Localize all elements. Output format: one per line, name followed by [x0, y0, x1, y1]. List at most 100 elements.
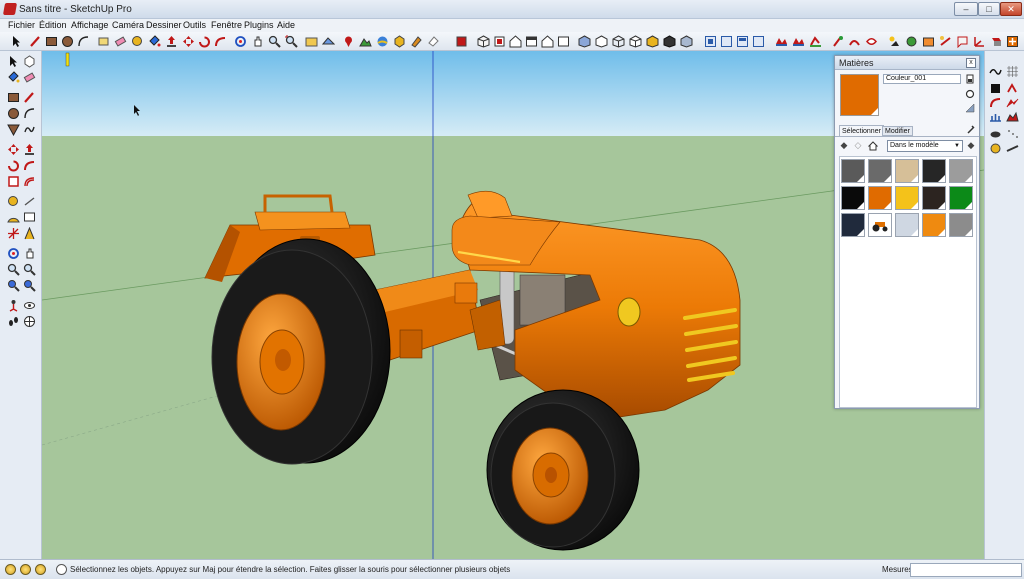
top-view-icon[interactable]	[493, 35, 506, 48]
flip-edge-icon[interactable]	[865, 35, 878, 48]
orbit-tool-icon[interactable]	[7, 247, 20, 260]
axes-icon[interactable]	[973, 35, 986, 48]
sandbox-scratch-icon[interactable]	[792, 35, 805, 48]
fog-icon[interactable]	[905, 35, 918, 48]
scenes-window-icon[interactable]	[736, 35, 749, 48]
offset-tool-icon[interactable]	[23, 175, 36, 188]
photo-texture-icon[interactable]	[376, 35, 389, 48]
material-swatch[interactable]	[922, 186, 946, 210]
follow-me-icon[interactable]	[214, 35, 227, 48]
select-tool-icon[interactable]	[7, 55, 20, 68]
line-pencil-icon[interactable]	[29, 35, 42, 48]
rotate-tool-icon[interactable]	[7, 159, 20, 172]
material-swatch[interactable]	[895, 213, 919, 237]
sandbox-grid-icon[interactable]	[1006, 65, 1019, 78]
line-tool-icon[interactable]	[23, 91, 36, 104]
close-button[interactable]: ✕	[1000, 2, 1022, 16]
zoom-extents-tool-icon[interactable]	[23, 279, 36, 292]
forward-arrow-icon[interactable]: ◇	[853, 140, 863, 151]
material-swatch[interactable]	[868, 213, 892, 237]
credits-icon[interactable]	[20, 564, 31, 575]
menu-edition[interactable]: Édition	[39, 20, 67, 31]
material-swatch[interactable]	[922, 213, 946, 237]
camera-path-icon[interactable]	[1006, 142, 1019, 155]
add-detail-icon[interactable]	[1006, 96, 1019, 109]
minimize-button[interactable]: –	[954, 2, 978, 16]
tab-selectionner[interactable]: Sélectionner	[839, 125, 884, 136]
paint-icon[interactable]	[410, 35, 423, 48]
previous-view-icon[interactable]	[7, 279, 20, 292]
front-view-icon[interactable]	[509, 35, 522, 48]
left-view-icon[interactable]	[557, 35, 570, 48]
make-component-icon[interactable]	[23, 55, 36, 68]
drape-tool-icon[interactable]	[989, 96, 1002, 109]
material-swatch[interactable]	[895, 186, 919, 210]
shaded-style-icon[interactable]	[646, 35, 659, 48]
pan-icon[interactable]	[251, 35, 264, 48]
material-swatch[interactable]	[895, 159, 919, 183]
push-pull-icon[interactable]	[165, 35, 178, 48]
iso-view-icon[interactable]	[477, 35, 490, 48]
freehand-tool-icon[interactable]	[23, 123, 36, 136]
tab-modifier[interactable]: Modifier	[882, 126, 913, 136]
3d-text-tool-icon[interactable]	[23, 227, 36, 240]
dimension-tool-icon[interactable]	[23, 195, 36, 208]
measurements-input[interactable]	[910, 563, 1022, 577]
zoom-window-tool-icon[interactable]	[23, 263, 36, 276]
terrain-tool-icon[interactable]	[1006, 110, 1019, 123]
polygon-tool-icon[interactable]	[7, 123, 20, 136]
library-select[interactable]: Dans le modèle ▼	[887, 140, 963, 152]
menu-dessiner[interactable]: Dessiner	[146, 20, 182, 31]
back-view-icon[interactable]	[541, 35, 554, 48]
tape-measure-tool-icon[interactable]	[7, 195, 20, 208]
layer-window-icon[interactable]	[704, 35, 717, 48]
terrain-icon[interactable]	[359, 35, 372, 48]
menu-fenetre[interactable]: Fenêtre	[211, 20, 242, 31]
menu-aide[interactable]: Aide	[277, 20, 295, 31]
walk-icon[interactable]	[7, 315, 20, 328]
arc-icon[interactable]	[77, 35, 90, 48]
details-arrow-icon[interactable]: ◆	[966, 140, 976, 151]
smoove-tool-icon[interactable]	[989, 82, 1002, 95]
monochrome-style-icon[interactable]	[680, 35, 693, 48]
section-plane-icon[interactable]	[455, 35, 468, 48]
smoove-icon[interactable]	[809, 35, 822, 48]
create-material-icon[interactable]	[965, 74, 975, 84]
material-swatch[interactable]	[949, 186, 973, 210]
eraser-soft-icon[interactable]	[427, 35, 440, 48]
circle-tool-icon[interactable]	[7, 107, 20, 120]
eraser-icon[interactable]	[114, 35, 127, 48]
add-location-icon[interactable]	[342, 35, 355, 48]
move-icon[interactable]	[182, 35, 195, 48]
rectangle-tool-icon[interactable]	[7, 91, 20, 104]
paint-bucket-icon[interactable]	[148, 35, 161, 48]
shaded-textures-style-icon[interactable]	[663, 35, 676, 48]
move-tool-icon[interactable]	[7, 143, 20, 156]
share-model-icon[interactable]	[322, 35, 335, 48]
eraser-tool-icon[interactable]	[23, 71, 36, 84]
menu-affichage[interactable]: Affichage	[71, 20, 108, 31]
back-edges-style-icon[interactable]	[595, 35, 608, 48]
paint-bucket-tool-icon[interactable]	[7, 71, 20, 84]
material-swatch[interactable]	[841, 213, 865, 237]
match-photo-icon[interactable]	[922, 35, 935, 48]
3d-text-icon[interactable]	[990, 35, 1003, 48]
styles-window-icon[interactable]	[752, 35, 765, 48]
eyedropper-icon[interactable]	[966, 124, 976, 134]
zoom-icon[interactable]	[268, 35, 281, 48]
shadow-toggle-icon[interactable]	[888, 35, 901, 48]
material-swatch[interactable]	[868, 159, 892, 183]
material-name-field[interactable]: Couleur_001	[883, 74, 961, 84]
menu-plugins[interactable]: Plugins	[244, 20, 274, 31]
paint-pot-icon[interactable]	[965, 89, 975, 99]
flip-edge-tool-icon[interactable]	[989, 110, 1002, 123]
home-icon[interactable]	[868, 140, 878, 151]
walkthrough-icon[interactable]	[989, 142, 1002, 155]
arc-tool-icon[interactable]	[23, 107, 36, 120]
extension-icon[interactable]	[1006, 35, 1019, 48]
menu-outils[interactable]: Outils	[183, 20, 206, 31]
push-pull-tool-icon[interactable]	[23, 143, 36, 156]
look-around-icon[interactable]	[23, 299, 36, 312]
maximize-button[interactable]: □	[978, 2, 1000, 16]
material-swatch[interactable]	[841, 186, 865, 210]
